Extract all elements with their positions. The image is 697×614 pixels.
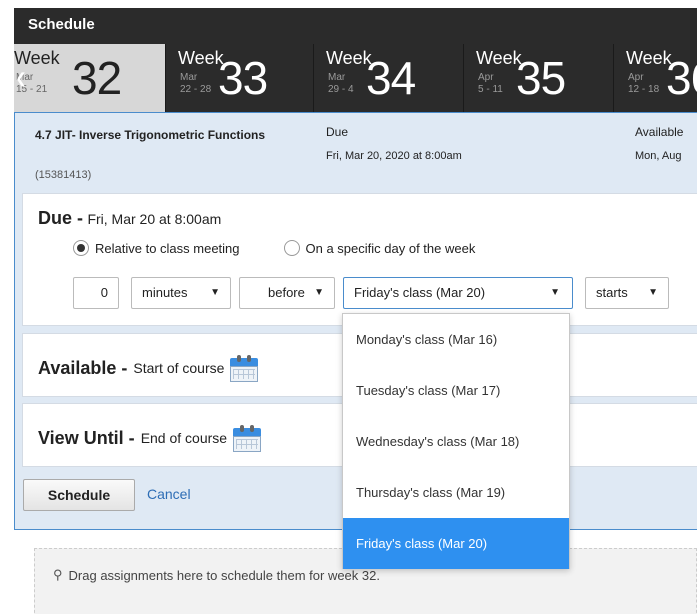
chevron-down-icon: ▼: [648, 287, 658, 298]
dropdown-option[interactable]: Wednesday's class (Mar 18): [343, 416, 569, 467]
available-heading-label: Available -: [38, 357, 128, 378]
week-tab-35[interactable]: Week 35 Apr 5 - 11: [464, 44, 614, 112]
week-range: 5 - 11: [478, 84, 503, 95]
week-tab-32[interactable]: Week 32 Mar 15 - 21: [14, 44, 166, 112]
schedule-button[interactable]: Schedule: [23, 479, 135, 511]
dropdown-option-selected[interactable]: Friday's class (Mar 20): [343, 518, 569, 569]
due-heading-value: Fri, Mar 20 at 8:00am: [87, 211, 222, 227]
week-label: Week: [626, 48, 672, 68]
relation-select-value: before: [268, 285, 305, 300]
specific-day-radio-label[interactable]: On a specific day of the week: [306, 241, 476, 256]
relative-radio-label[interactable]: Relative to class meeting: [95, 241, 240, 256]
available-heading-value: Start of course: [133, 360, 225, 376]
page-margin: [0, 0, 14, 614]
schedule-panel: Schedule ❮ Week 32 Mar 15 - 21 Week 33 M…: [0, 0, 697, 614]
panel-header: Schedule: [14, 8, 697, 44]
week-label: Week: [326, 48, 372, 68]
available-column-header: Available: [635, 125, 684, 139]
week-number: 33: [218, 52, 268, 104]
class-select-value: Friday's class (Mar 20): [354, 285, 486, 300]
panel-title: Schedule: [28, 16, 95, 33]
week-month: Mar: [180, 72, 198, 83]
offset-number-input[interactable]: 0: [73, 277, 119, 309]
chevron-down-icon: ▼: [210, 287, 220, 298]
drop-zone-text: Drag assignments here to schedule them f…: [68, 567, 380, 583]
week-label: Week: [178, 48, 224, 68]
starts-select[interactable]: starts ▼: [585, 277, 669, 309]
class-select[interactable]: Friday's class (Mar 20) ▼: [343, 277, 573, 309]
due-date-value: Fri, Mar 20, 2020 at 8:00am: [326, 150, 462, 162]
dropdown-option[interactable]: Thursday's class (Mar 19): [343, 467, 569, 518]
dropdown-option[interactable]: Tuesday's class (Mar 17): [343, 365, 569, 416]
cancel-link[interactable]: Cancel: [147, 486, 191, 502]
week-label: Week: [476, 48, 522, 68]
week-selector: ❮ Week 32 Mar 15 - 21 Week 33 Mar 22 - 2…: [14, 44, 697, 112]
week-number: 36: [666, 52, 697, 104]
pin-icon: ⚲: [53, 567, 63, 582]
due-heading: Due - Fri, Mar 20 at 8:00am: [38, 208, 221, 229]
week-range: 12 - 18: [628, 84, 660, 95]
assignment-title: 4.7 JIT- Inverse Trigonometric Functions: [35, 128, 266, 142]
specific-day-radio[interactable]: [283, 240, 300, 256]
due-column-header: Due: [326, 125, 349, 139]
assignment-info: 4.7 JIT- Inverse Trigonometric Functions…: [15, 113, 697, 189]
week-range: 22 - 28: [180, 84, 212, 95]
week-tab-33[interactable]: Week 33 Mar 22 - 28: [166, 44, 314, 112]
view-until-heading-label: View Until -: [38, 427, 135, 448]
week-range: 29 - 4: [328, 84, 354, 95]
week-month: Mar: [328, 72, 346, 83]
relation-select[interactable]: before ▼: [239, 277, 335, 309]
drop-zone-message: ⚲ Drag assignments here to schedule them…: [53, 567, 380, 583]
assignment-id: (15381413): [35, 169, 92, 181]
week-month: Apr: [628, 72, 644, 83]
relative-radio[interactable]: [73, 240, 89, 256]
available-date-value: Mon, Aug: [635, 150, 682, 162]
week-month: Apr: [478, 72, 494, 83]
due-settings-card: Due - Fri, Mar 20 at 8:00am Relative to …: [22, 193, 697, 326]
due-mode-options: Relative to class meeting On a specific …: [73, 240, 475, 256]
calendar-icon[interactable]: [230, 354, 259, 382]
prev-week-arrow-icon[interactable]: ❮: [14, 44, 28, 112]
week-tab-34[interactable]: Week 34 Mar 29 - 4: [314, 44, 464, 112]
available-heading: Available - Start of course: [38, 354, 259, 382]
unit-select-value: minutes: [142, 285, 188, 300]
unit-select[interactable]: minutes ▼: [131, 277, 231, 309]
view-until-heading-value: End of course: [140, 430, 228, 446]
chevron-down-icon: ▼: [314, 287, 324, 298]
week-number: 34: [366, 52, 416, 104]
dropdown-option[interactable]: Monday's class (Mar 16): [343, 314, 569, 365]
week-number: 35: [516, 52, 566, 104]
view-until-heading: View Until - End of course: [38, 424, 262, 452]
chevron-down-icon: ▼: [550, 287, 560, 298]
due-heading-label: Due -: [38, 208, 83, 228]
week-tab-36[interactable]: Week 36 Apr 12 - 18: [614, 44, 697, 112]
offset-number-value: 0: [100, 285, 108, 300]
class-select-dropdown: Monday's class (Mar 16) Tuesday's class …: [342, 313, 570, 569]
calendar-icon[interactable]: [233, 424, 262, 452]
week-number: 32: [72, 52, 122, 104]
starts-select-value: starts: [596, 285, 628, 300]
